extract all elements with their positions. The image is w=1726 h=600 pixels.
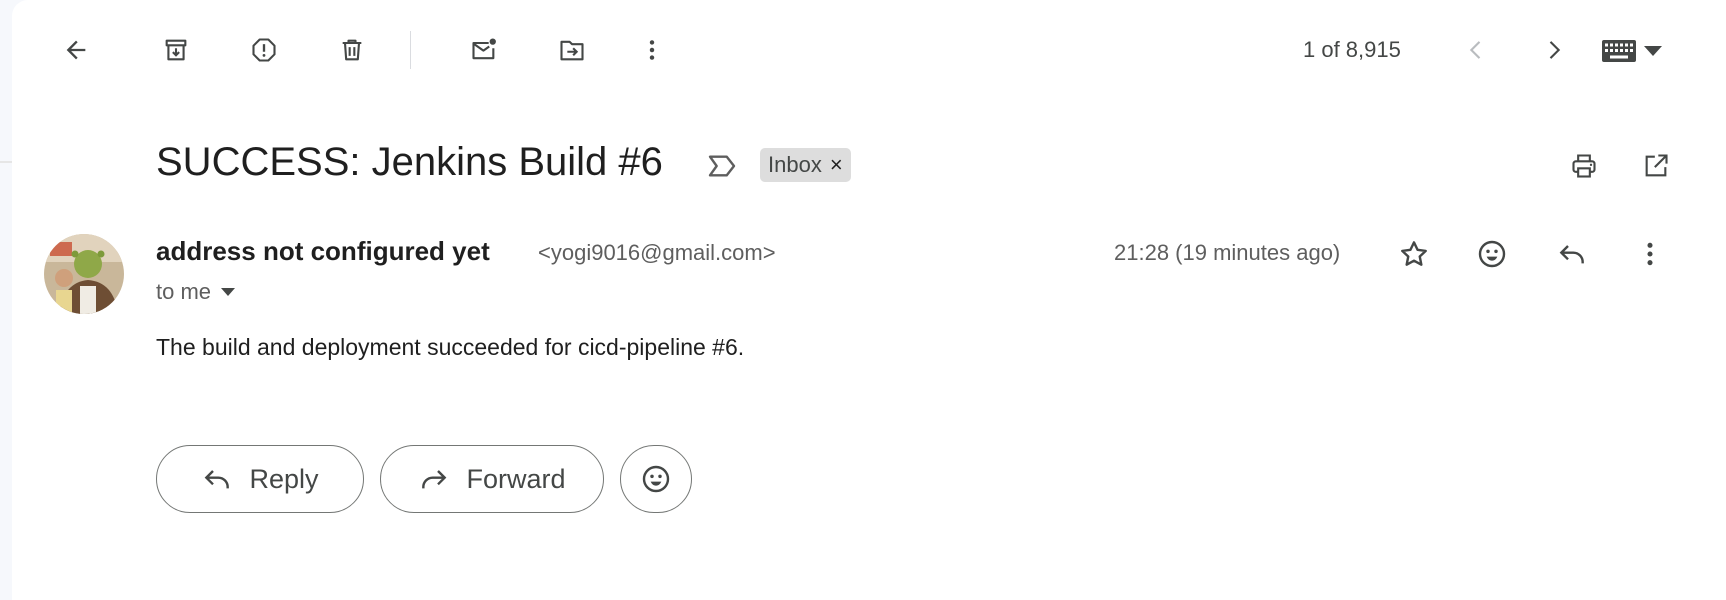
print-icon[interactable] [1560,142,1608,190]
report-spam-icon[interactable] [240,26,288,74]
forward-button[interactable]: Forward [380,445,604,513]
emoji-icon [642,465,670,493]
keyboard-icon [1602,40,1636,62]
star-icon[interactable] [1390,230,1438,278]
reply-icon[interactable] [1548,230,1596,278]
more-vert-icon[interactable] [628,26,676,74]
label-chip-inbox: Inbox × [760,148,851,182]
remove-label-button[interactable]: × [830,154,843,176]
background-divider [0,161,12,163]
message-body: The build and deployment succeeded for c… [156,334,745,360]
add-reaction-icon[interactable] [1468,230,1516,278]
recipient-label: to me [156,279,212,304]
reply-button-label: Reply [249,463,319,494]
subject-row: SUCCESS: Jenkins Build #6 Inbox × [12,130,1726,200]
recipient-details-toggle[interactable]: to me [156,279,236,305]
input-tools-button[interactable] [1602,36,1680,66]
forward-button-label: Forward [466,463,566,494]
dropdown-arrow-icon [1644,46,1662,56]
delete-icon[interactable] [328,26,376,74]
message-timestamp: 21:28 (19 minutes ago) [1114,240,1341,265]
importance-marker-icon[interactable] [706,150,738,182]
sender-avatar [44,234,124,314]
message-counter: 1 of 8,915 [1303,37,1401,62]
forward-icon [422,470,447,489]
label-chip-text: Inbox [768,152,822,177]
emoji-reaction-button[interactable] [620,445,692,513]
toolbar-divider [410,31,411,69]
more-vert-icon[interactable] [1626,230,1674,278]
sender-email: <yogi9016@gmail.com> [538,240,776,265]
chevron-left-icon[interactable] [1452,26,1500,74]
message-toolbar: 1 of 8,915 [12,0,1726,100]
back-arrow-icon[interactable] [52,26,100,74]
reply-button[interactable]: Reply [156,445,364,513]
chevron-down-icon [221,288,236,296]
email-subject: SUCCESS: Jenkins Build #6 [156,140,663,184]
reply-icon [205,470,230,489]
open-in-new-window-icon[interactable] [1632,142,1680,190]
archive-icon[interactable] [152,26,200,74]
chevron-right-icon[interactable] [1530,26,1578,74]
move-to-icon[interactable] [548,26,596,74]
sender-name: address not configured yet [156,236,490,266]
email-view: 1 of 8,915 SUCCESS: Jenkins Build #6 Inb… [12,0,1726,600]
mark-unread-icon[interactable] [460,26,508,74]
